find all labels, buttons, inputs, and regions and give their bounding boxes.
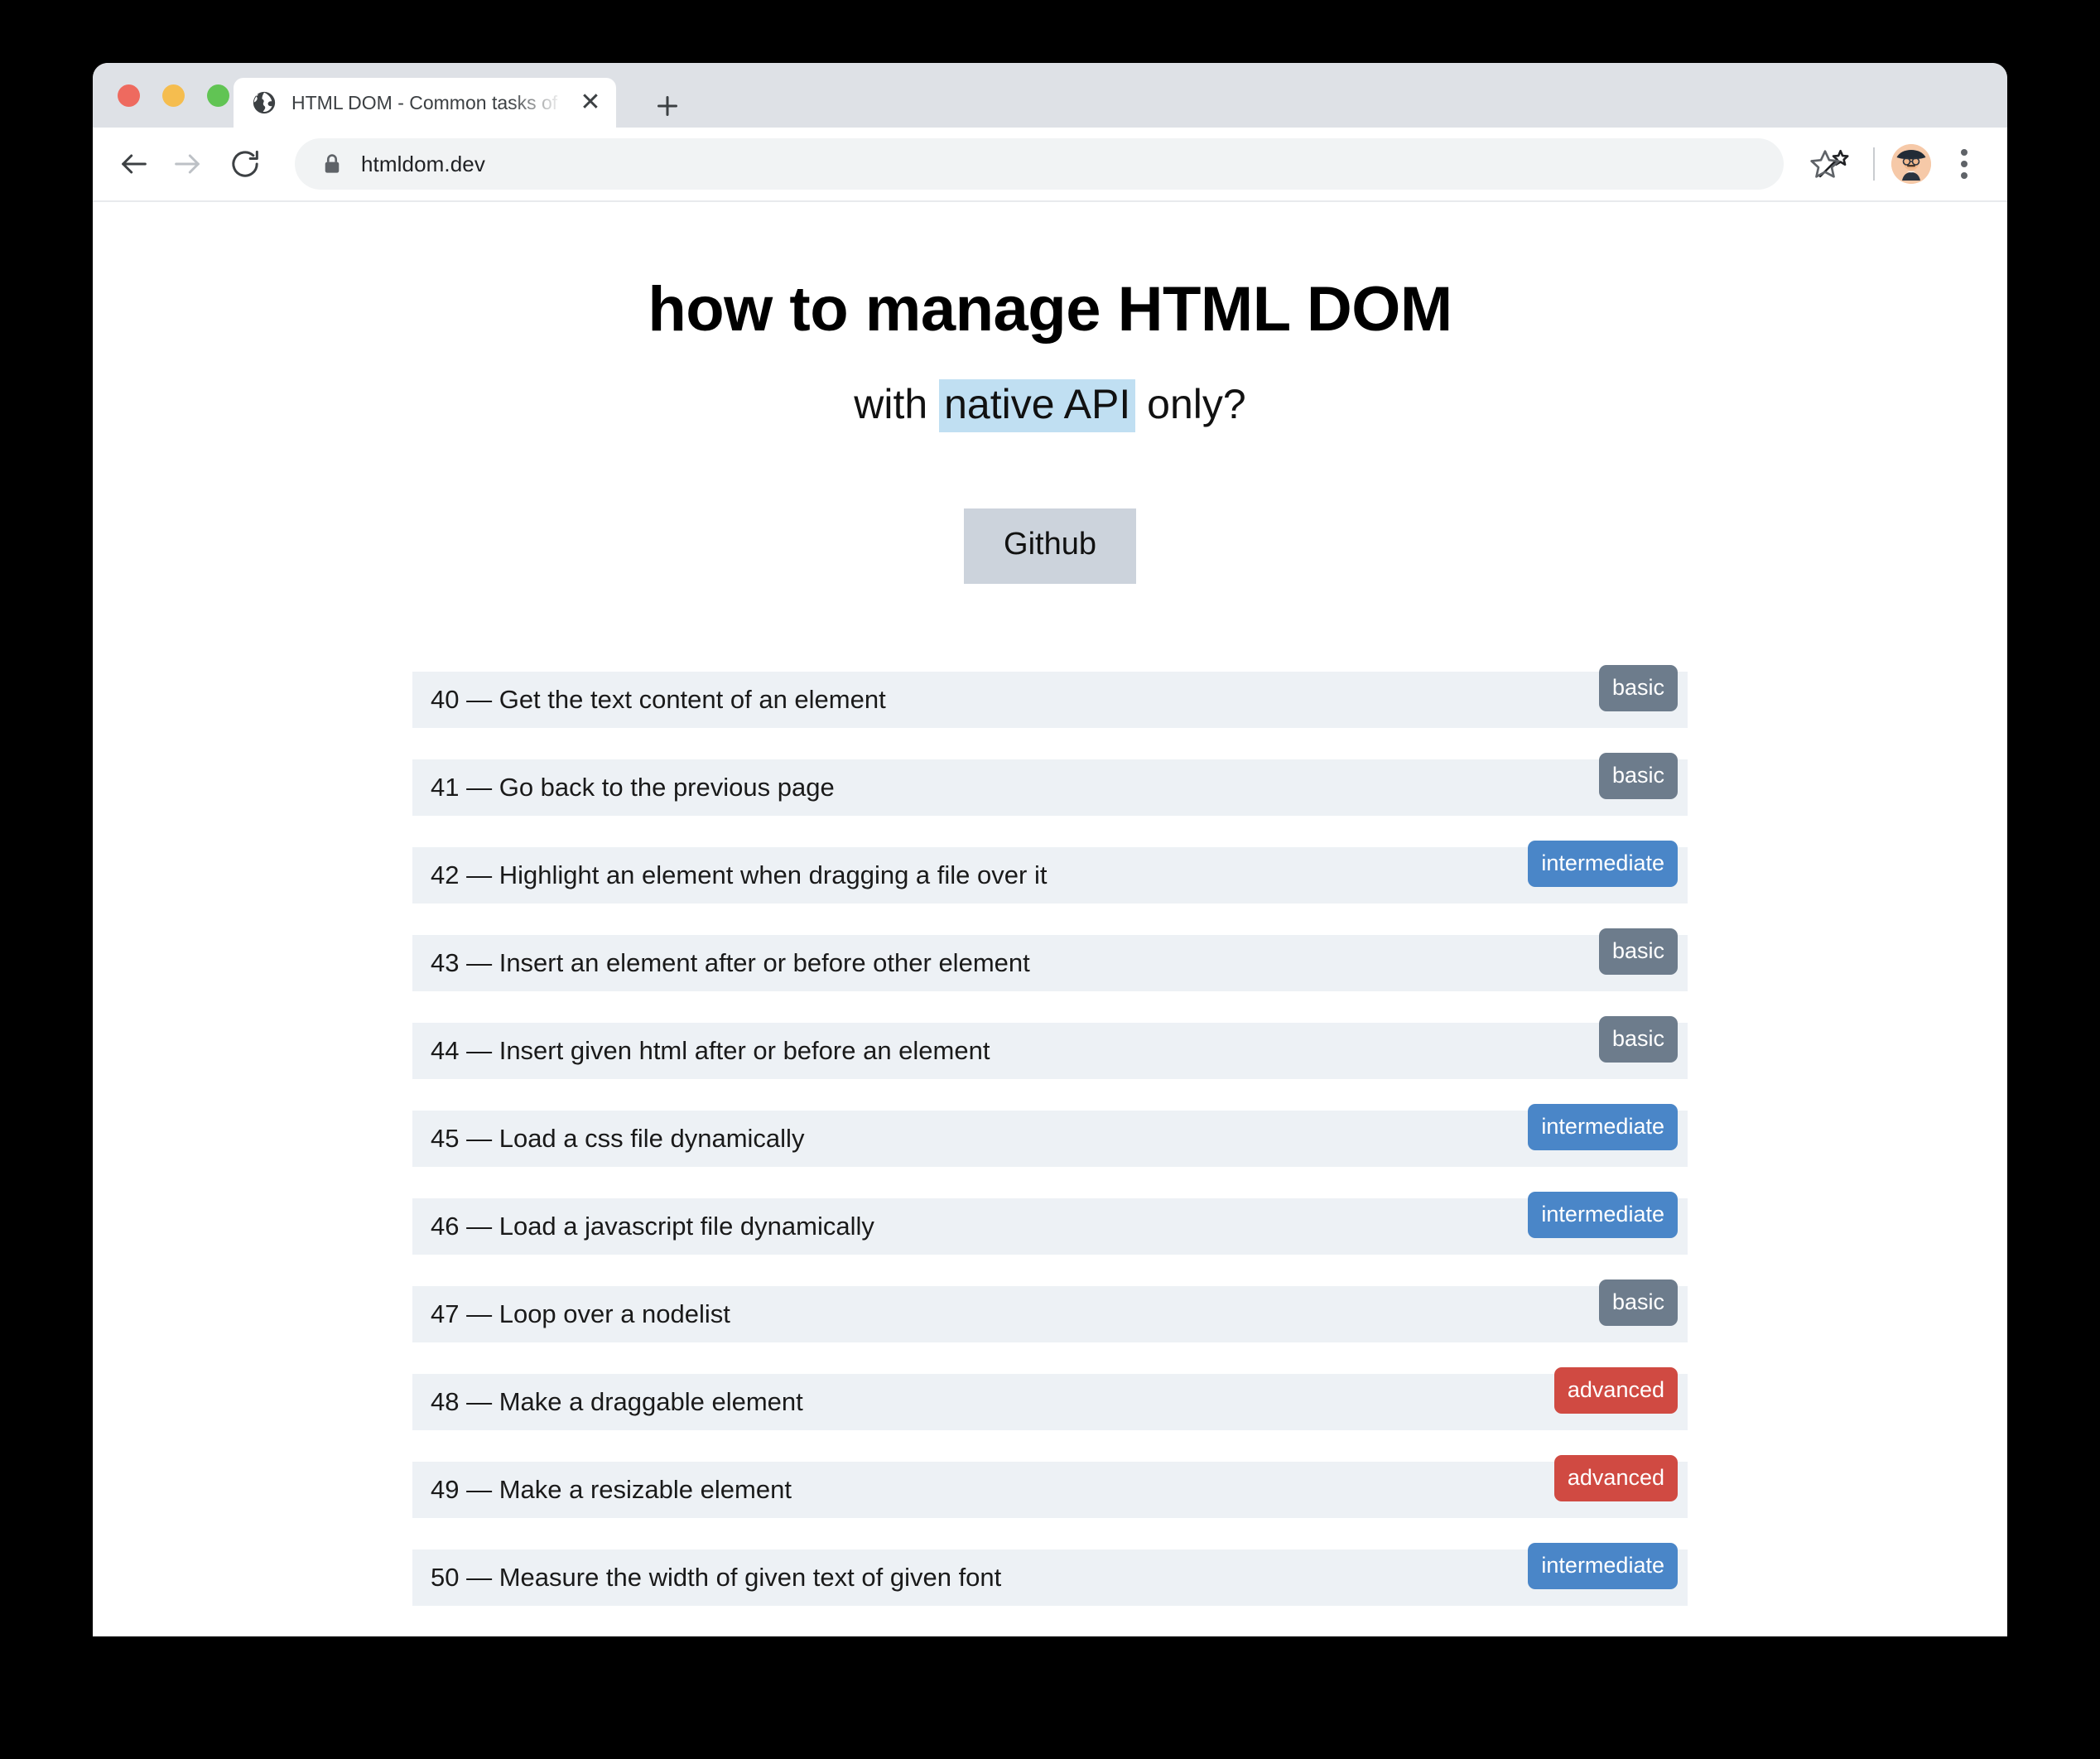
task-row[interactable]: 40 — Get the text content of an element b… bbox=[412, 664, 1688, 728]
browser-window: HTML DOM - Common tasks of m ✕ htmldom.d… bbox=[93, 63, 2007, 1636]
task-row-label: 49 — Make a resizable element bbox=[431, 1474, 792, 1504]
tab-title: HTML DOM - Common tasks of m bbox=[291, 91, 571, 113]
browser-toolbar: htmldom.dev bbox=[93, 128, 2007, 202]
task-row-label: 43 — Insert an element after or before o… bbox=[431, 947, 1030, 977]
task-row[interactable]: 48 — Make a draggable element advanced bbox=[412, 1366, 1688, 1430]
task-row-label: 50 — Measure the width of given text of … bbox=[431, 1562, 1002, 1592]
task-row[interactable]: 50 — Measure the width of given text of … bbox=[412, 1542, 1688, 1606]
github-button-wrap: Github bbox=[93, 508, 2007, 584]
window-controls bbox=[118, 84, 229, 107]
difficulty-badge: advanced bbox=[1553, 1454, 1678, 1501]
toolbar-divider bbox=[1873, 147, 1875, 181]
difficulty-badge: intermediate bbox=[1528, 840, 1678, 887]
task-row-label: 41 — Go back to the previous page bbox=[431, 772, 835, 802]
difficulty-badge: intermediate bbox=[1528, 1542, 1678, 1589]
address-bar[interactable]: htmldom.dev bbox=[295, 138, 1784, 190]
subtitle-before: with bbox=[854, 380, 940, 427]
difficulty-badge: basic bbox=[1598, 752, 1678, 799]
tab-strip: HTML DOM - Common tasks of m ✕ bbox=[93, 63, 2007, 128]
task-row-label: 44 — Insert given html after or before a… bbox=[431, 1035, 990, 1065]
difficulty-badge: advanced bbox=[1553, 1366, 1678, 1414]
lock-icon bbox=[323, 153, 341, 175]
task-row[interactable]: 43 — Insert an element after or before o… bbox=[412, 928, 1688, 991]
task-row[interactable]: 49 — Make a resizable element advanced bbox=[412, 1454, 1688, 1518]
browser-tab[interactable]: HTML DOM - Common tasks of m ✕ bbox=[234, 78, 616, 128]
difficulty-badge: basic bbox=[1598, 1015, 1678, 1063]
url-text: htmldom.dev bbox=[361, 151, 485, 176]
task-row[interactable]: 42 — Highlight an element when dragging … bbox=[412, 840, 1688, 904]
difficulty-badge: basic bbox=[1598, 928, 1678, 975]
task-row[interactable]: 46 — Load a javascript file dynamically i… bbox=[412, 1191, 1688, 1255]
close-window-button[interactable] bbox=[118, 84, 140, 107]
task-row-label: 45 — Load a css file dynamically bbox=[431, 1123, 805, 1153]
difficulty-badge: intermediate bbox=[1528, 1191, 1678, 1238]
task-row[interactable]: 41 — Go back to the previous page basic bbox=[412, 752, 1688, 816]
page-subtitle: with native API only? bbox=[93, 378, 2007, 432]
task-row-label: 48 — Make a draggable element bbox=[431, 1386, 803, 1416]
difficulty-badge: basic bbox=[1598, 664, 1678, 711]
difficulty-badge: intermediate bbox=[1528, 1103, 1678, 1150]
task-row-label: 46 — Load a javascript file dynamically bbox=[431, 1211, 874, 1241]
page-title: how to manage HTML DOM bbox=[648, 274, 1452, 345]
task-row-label: 40 — Get the text content of an element bbox=[431, 684, 886, 714]
task-row-label: 47 — Loop over a nodelist bbox=[431, 1299, 730, 1328]
page-viewport: how to manage HTML DOM with native API o… bbox=[93, 202, 2007, 1635]
avatar[interactable] bbox=[1891, 144, 1931, 184]
new-tab-button[interactable] bbox=[649, 88, 686, 124]
maximize-window-button[interactable] bbox=[207, 84, 229, 107]
github-button[interactable]: Github bbox=[964, 508, 1136, 584]
subtitle-after: only? bbox=[1135, 380, 1246, 427]
task-row[interactable]: 47 — Loop over a nodelist basic bbox=[412, 1279, 1688, 1342]
three-dot-menu-icon[interactable] bbox=[1941, 141, 1987, 187]
back-button[interactable] bbox=[108, 137, 161, 190]
subtitle-highlight: native API bbox=[939, 378, 1136, 432]
reload-button[interactable] bbox=[219, 137, 272, 190]
task-row[interactable]: 45 — Load a css file dynamically intermed… bbox=[412, 1103, 1688, 1167]
page-content: how to manage HTML DOM with native API o… bbox=[93, 202, 2007, 1606]
task-list: 40 — Get the text content of an element b… bbox=[412, 664, 1688, 1606]
task-row[interactable]: 44 — Insert given html after or before a… bbox=[412, 1015, 1688, 1079]
minimize-window-button[interactable] bbox=[162, 84, 185, 107]
close-icon[interactable]: ✕ bbox=[571, 84, 609, 122]
star-icon[interactable] bbox=[1802, 141, 1848, 187]
forward-button[interactable] bbox=[161, 137, 214, 190]
globe-icon bbox=[252, 90, 277, 115]
difficulty-badge: basic bbox=[1598, 1279, 1678, 1326]
task-row-label: 42 — Highlight an element when dragging … bbox=[431, 860, 1048, 889]
